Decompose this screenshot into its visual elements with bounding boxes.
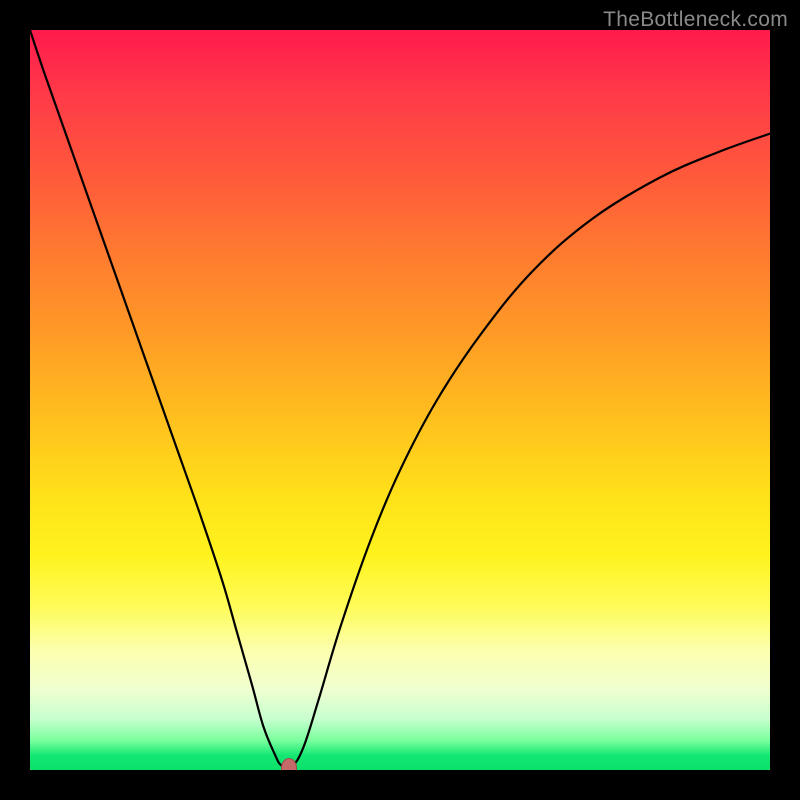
plot-area [30,30,770,770]
watermark: TheBottleneck.com [603,8,788,32]
chart-frame: TheBottleneck.com [0,0,800,800]
bottleneck-curve [30,30,770,770]
